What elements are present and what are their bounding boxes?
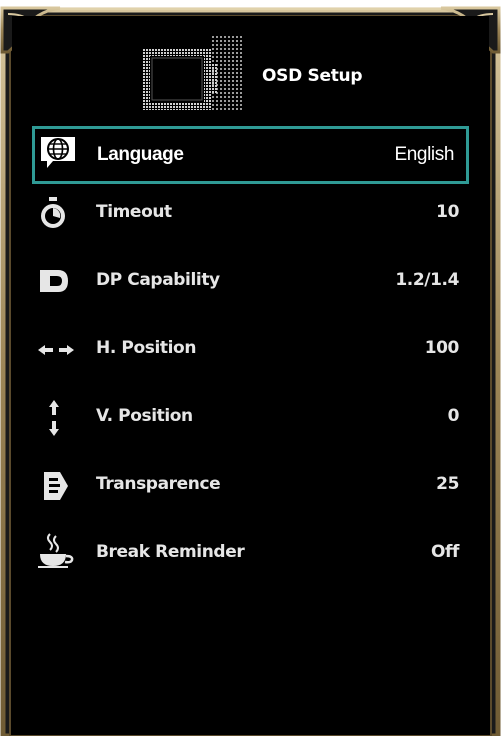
- menu-item-language[interactable]: Language English: [32, 126, 469, 184]
- coffee-cup-icon: [38, 533, 74, 568]
- menu-item-label: DP Capability: [96, 270, 220, 290]
- timer-icon: [41, 197, 65, 228]
- menu-item-label: V. Position: [96, 406, 193, 426]
- menu-item-value: Off: [430, 542, 459, 562]
- menu-item-value: 1.2/1.4: [395, 270, 459, 290]
- menu-item-timeout[interactable]: Timeout 10: [32, 188, 469, 240]
- menu-item-value: English: [394, 144, 454, 165]
- menu-item-break-reminder[interactable]: Break Reminder Off: [32, 528, 469, 580]
- horizontal-arrows-icon: [38, 345, 74, 355]
- menu-item-label: Language: [97, 144, 184, 165]
- vertical-arrows-icon: [49, 400, 59, 436]
- menu-item-label: Transparence: [96, 474, 221, 494]
- globe-speech-icon: [41, 137, 75, 168]
- transparence-icon: [44, 472, 68, 500]
- menu-item-dp-capability[interactable]: DP Capability 1.2/1.4: [32, 256, 469, 308]
- osd-setup-icon: [142, 34, 242, 110]
- menu-item-value: 0: [447, 406, 460, 426]
- menu-item-value: 25: [436, 474, 459, 494]
- menu-item-h-position[interactable]: H. Position 100: [32, 324, 469, 376]
- menu-item-label: Timeout: [96, 202, 172, 222]
- menu-item-label: H. Position: [96, 338, 197, 358]
- menu-item-value: 100: [424, 338, 460, 358]
- menu-item-v-position[interactable]: V. Position 0: [32, 392, 469, 444]
- page-title: OSD Setup: [262, 66, 363, 86]
- menu-item-label: Break Reminder: [96, 542, 245, 562]
- menu-item-transparence[interactable]: Transparence 25: [32, 460, 469, 512]
- displayport-icon: [40, 270, 68, 292]
- menu-item-value: 10: [436, 202, 459, 222]
